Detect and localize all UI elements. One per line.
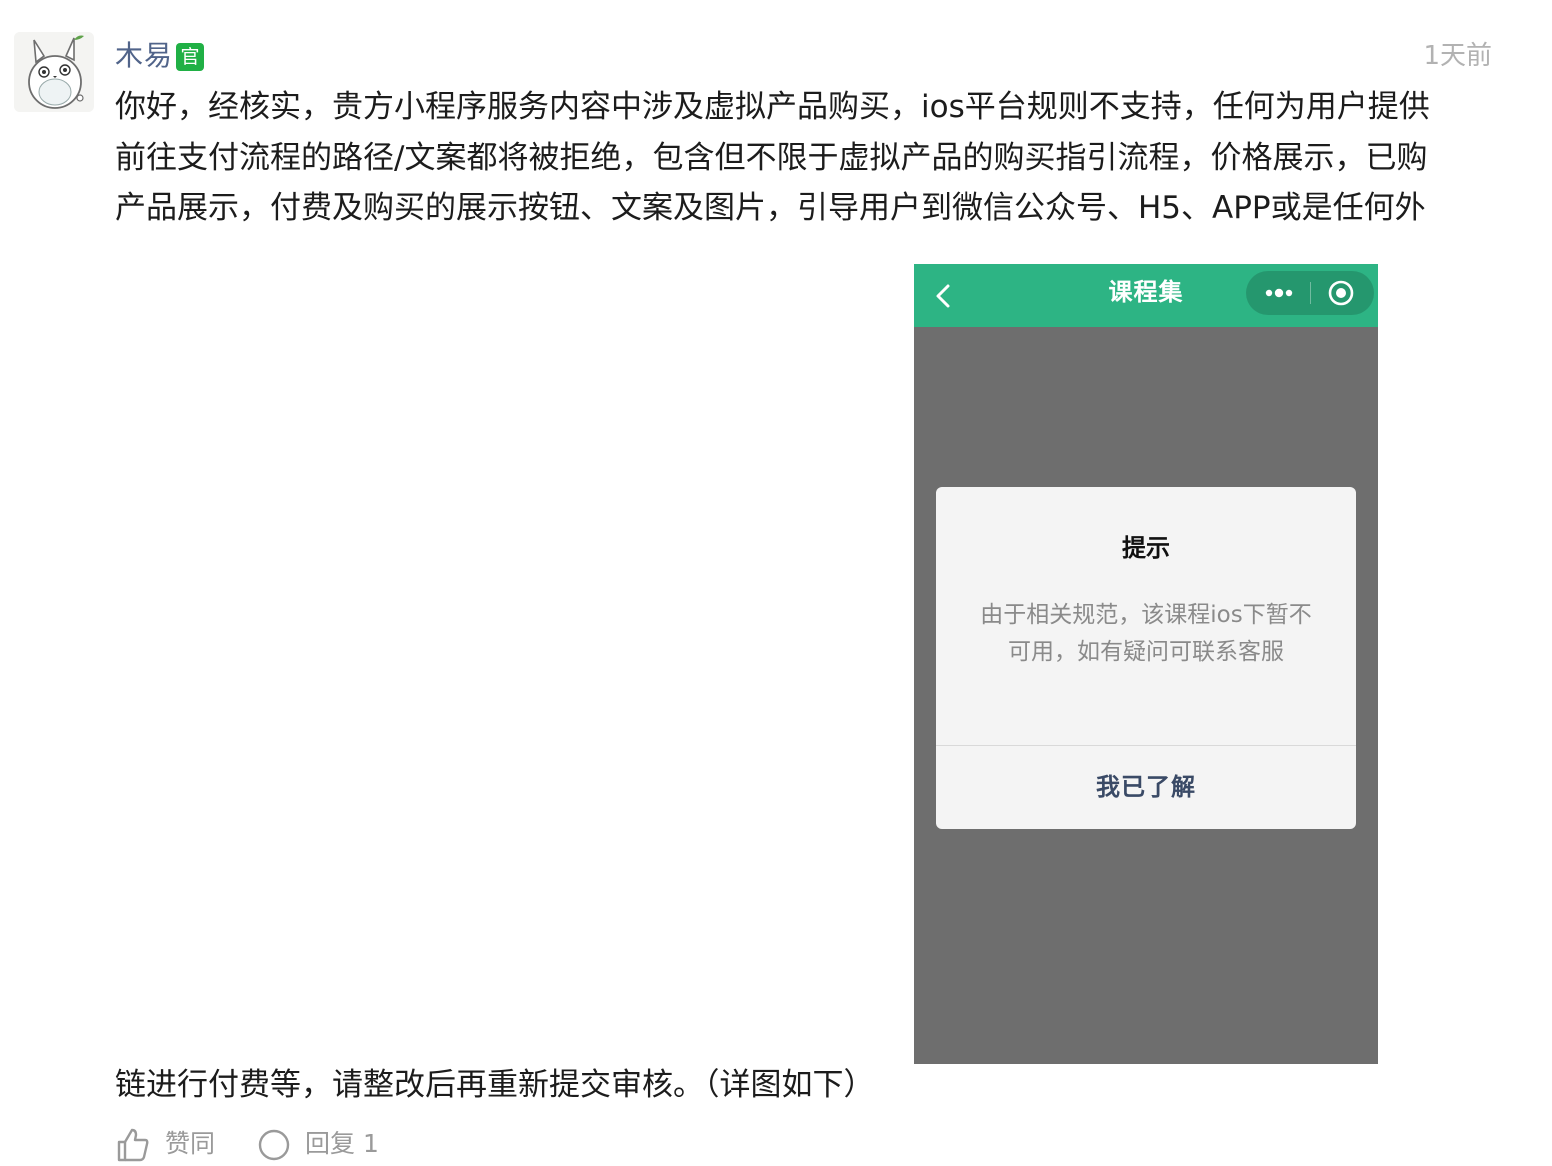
- comment-bubble-icon[interactable]: [257, 1128, 291, 1162]
- comment-text-line: 前往支付流程的路径/文案都将被拒绝，包含但不限于虚拟产品的购买指引流程，价格展示…: [115, 139, 1428, 176]
- comment-text-tail: 链进行付费等，请整改后再重新提交审核。（详图如下）: [115, 1067, 875, 1103]
- close-target-icon: [1328, 280, 1354, 306]
- totoro-avatar-icon: [14, 32, 94, 112]
- comment-text-line: 你好，经核实，贵方小程序服务内容中涉及虚拟产品购买，ios平台规则不支持，任何为…: [115, 89, 1430, 125]
- alert-dialog: 提示 由于相关规范，该课程ios下暂不可用，如有疑问可联系客服 我已了解: [936, 487, 1356, 829]
- attached-screenshot[interactable]: 课程集 提示 由于相关规范，该课程ios下暂不可用，如有疑问可联系客服 我已了解: [914, 264, 1378, 1064]
- comment-text-line: 产品展示，付费及购买的展示按钮、文案及图片，引导用户到微信公众号、H5、APP或…: [115, 190, 1426, 226]
- comment-text: 你好，经核实，贵方小程序服务内容中涉及虚拟产品购买，ios平台规则不支持，任何为…: [115, 82, 1485, 234]
- comment-time: 1天前: [1423, 41, 1492, 71]
- dialog-message: 由于相关规范，该课程ios下暂不可用，如有疑问可联系客服: [980, 602, 1312, 665]
- like-label[interactable]: 赞同: [165, 1127, 215, 1161]
- thumbs-up-icon[interactable]: [115, 1126, 151, 1162]
- capsule-menu: [1246, 271, 1374, 315]
- reply-label[interactable]: 回复 1: [305, 1127, 379, 1161]
- more-dots-icon: [1265, 288, 1293, 298]
- official-badge: 官: [176, 43, 204, 71]
- miniprogram-nav-bar: 课程集: [914, 264, 1378, 327]
- dialog-title: 提示: [1122, 534, 1170, 562]
- author-name[interactable]: 木易: [115, 36, 173, 76]
- dialog-confirm-button: 我已了解: [1096, 773, 1196, 801]
- avatar[interactable]: [14, 32, 94, 112]
- capsule-divider: [1310, 282, 1311, 304]
